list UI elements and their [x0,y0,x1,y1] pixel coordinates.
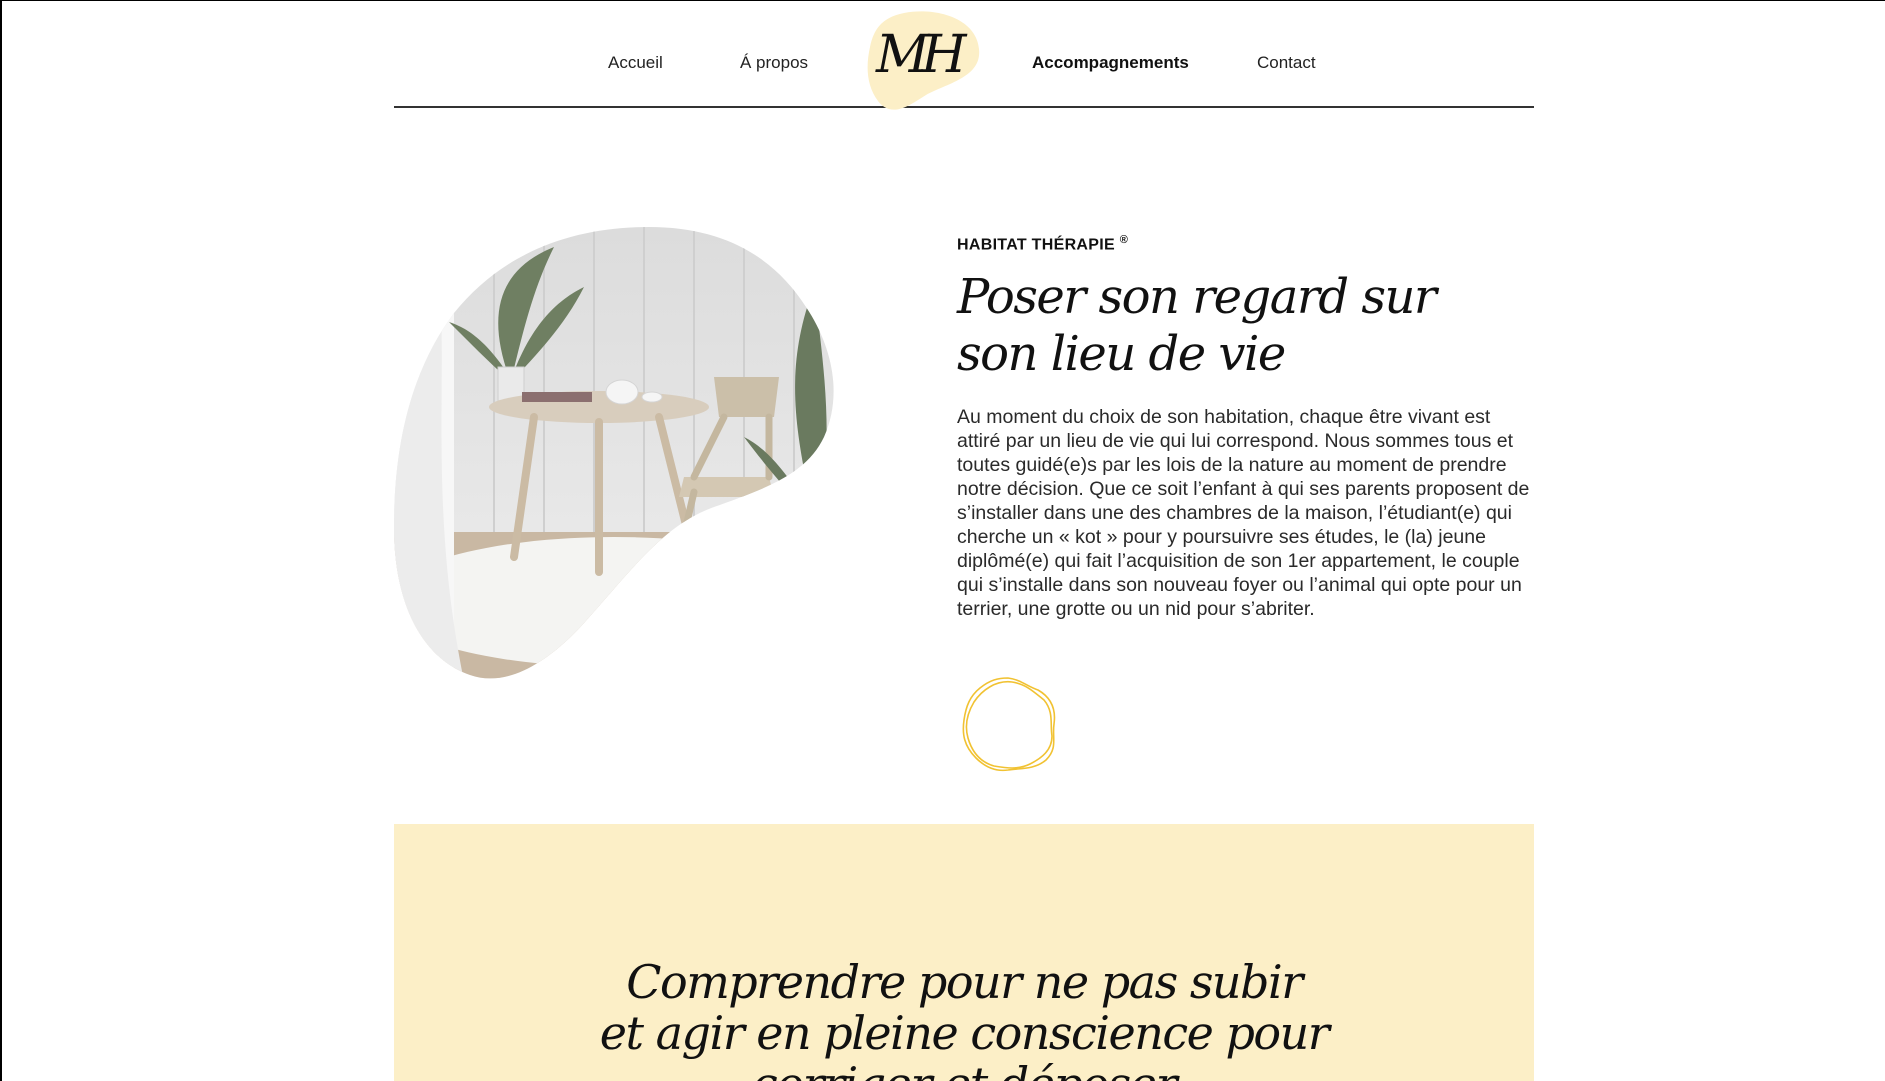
ring-decoration-icon [962,677,1056,772]
logo-monogram: MH [876,25,967,85]
title-line-2: son lieu de vie [957,326,1286,382]
quote-band: Comprendre pour ne pas subir et agir en … [394,824,1534,1081]
page: Accueil Á propos MH Accompagnements Cont… [0,0,1885,1081]
interior-photo [394,227,834,679]
nav-item-accompagnements[interactable]: Accompagnements [1032,53,1189,73]
section-eyebrow: HABITAT THÉRAPIE ® [957,234,1128,254]
registered-mark: ® [1119,234,1129,246]
main-navigation: Accueil Á propos MH Accompagnements Cont… [394,1,1534,110]
page-title: Poser son regard sur son lieu de vie [957,269,1517,383]
band-title: Comprendre pour ne pas subir et agir en … [599,955,1330,1081]
eyebrow-text: HABITAT THÉRAPIE [957,236,1115,254]
nav-item-contact[interactable]: Contact [1257,53,1316,73]
nav-item-accueil[interactable]: Accueil [608,53,663,73]
nav-item-a-propos[interactable]: Á propos [740,53,808,73]
intro-paragraph: Au moment du choix de son habitation, ch… [957,406,1530,620]
logo[interactable]: MH [864,11,980,115]
title-line-1: Poser son regard sur [957,269,1437,325]
